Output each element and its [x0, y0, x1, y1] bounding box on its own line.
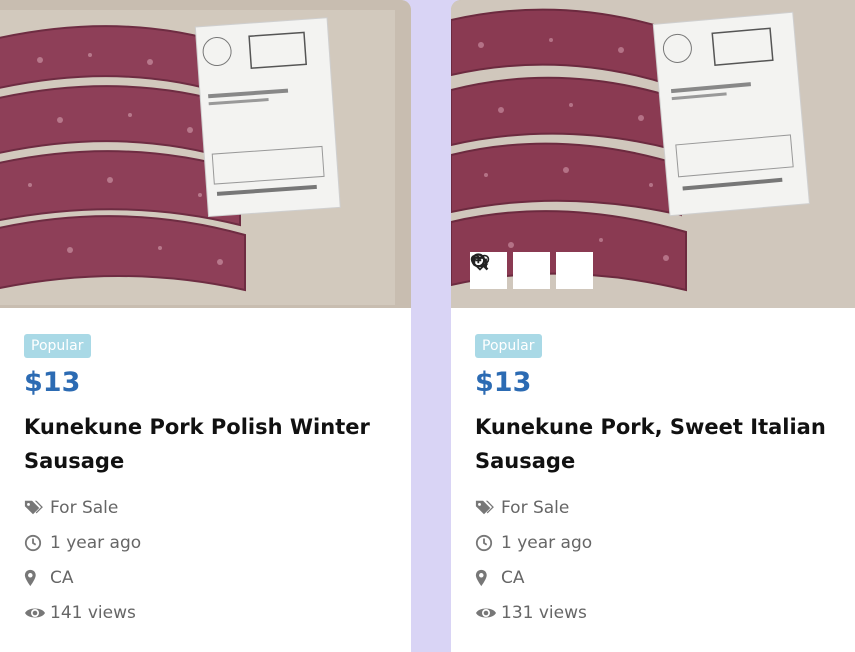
status-text: For Sale — [50, 497, 119, 518]
listing-views: 141 views — [24, 595, 391, 630]
popular-badge: Popular — [24, 334, 91, 358]
views-text: 141 views — [50, 602, 136, 623]
map-marker-icon — [24, 568, 46, 588]
compare-button[interactable] — [471, 252, 593, 289]
posted-text: 1 year ago — [50, 532, 142, 553]
status-text: For Sale — [501, 497, 570, 518]
listing-card[interactable]: Popular $13 Kunekune Pork, Sweet Italian… — [451, 0, 855, 652]
listing-status[interactable]: For Sale — [24, 490, 391, 525]
listing-card[interactable]: Popular $13 Kunekune Pork Polish Winter … — [0, 0, 411, 652]
listing-status[interactable]: For Sale — [475, 490, 835, 525]
listing-price: $13 — [475, 367, 532, 398]
listing-views: 131 views — [475, 595, 835, 630]
listing-title[interactable]: Kunekune Pork Polish Winter Sausage — [24, 410, 391, 478]
location-text: CA — [501, 567, 525, 588]
posted-text: 1 year ago — [501, 532, 593, 553]
tags-icon — [24, 498, 46, 518]
retweet-icon — [471, 256, 489, 268]
listing-title[interactable]: Kunekune Pork, Sweet Italian Sausage — [475, 410, 835, 478]
clock-icon — [475, 533, 497, 553]
image-actions — [470, 252, 593, 289]
sausage-package-image — [0, 0, 411, 308]
tags-icon — [475, 498, 497, 518]
views-text: 131 views — [501, 602, 587, 623]
listing-posted: 1 year ago — [24, 525, 391, 560]
listing-price: $13 — [24, 367, 81, 398]
listing-posted: 1 year ago — [475, 525, 835, 560]
clock-icon — [24, 533, 46, 553]
map-marker-icon — [475, 568, 497, 588]
eye-icon — [475, 603, 497, 623]
listing-location: CA — [24, 560, 391, 595]
popular-badge: Popular — [475, 334, 542, 358]
listing-photo[interactable] — [451, 0, 855, 308]
listing-photo[interactable] — [0, 0, 411, 308]
listing-location: CA — [475, 560, 835, 595]
zoom-button[interactable] — [471, 252, 550, 289]
eye-icon — [24, 603, 46, 623]
location-text: CA — [50, 567, 74, 588]
